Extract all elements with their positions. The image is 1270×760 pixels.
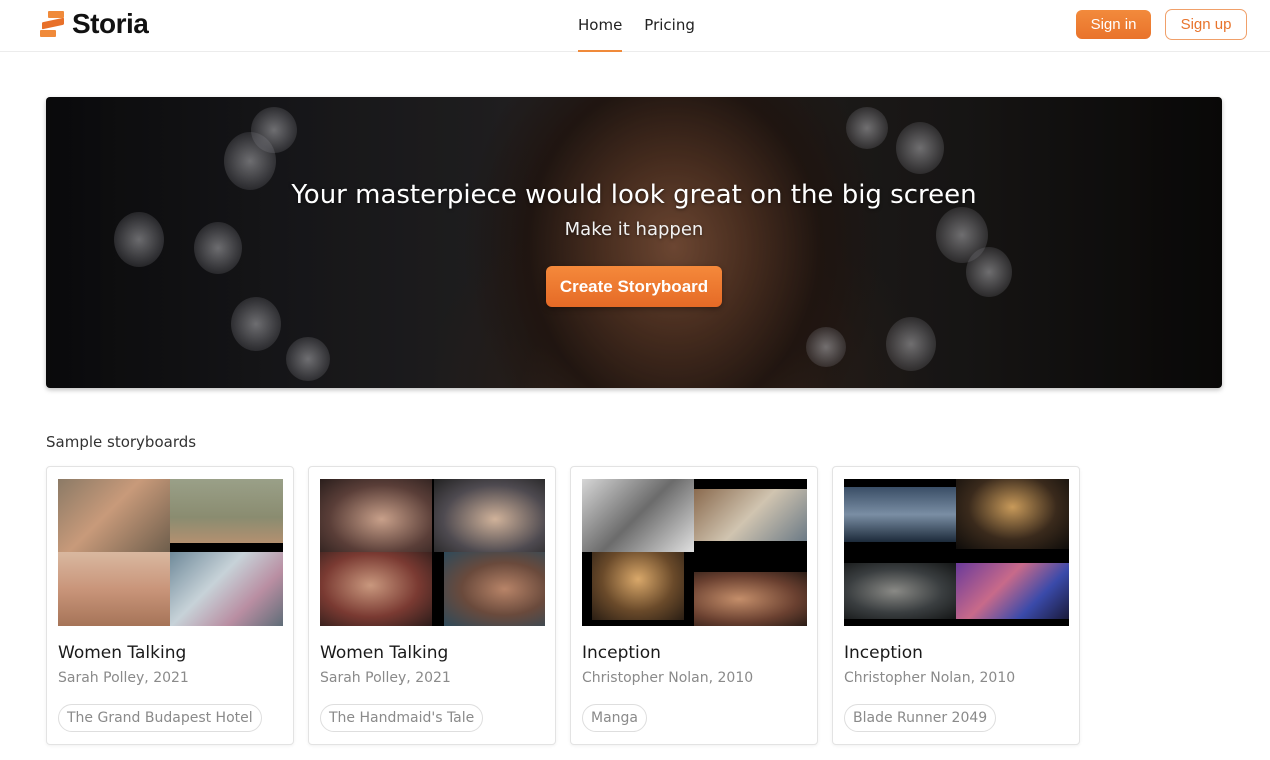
hero-title: Your masterpiece would look great on the…	[291, 180, 977, 210]
style-tag[interactable]: The Handmaid's Tale	[320, 704, 484, 732]
style-tag[interactable]: Manga	[582, 704, 647, 732]
storyboard-card[interactable]: Inception Christopher Nolan, 2010 Blade …	[832, 466, 1080, 745]
nav-home[interactable]: Home	[578, 0, 623, 52]
storyboard-thumbnail	[58, 479, 283, 626]
card-title: Inception	[582, 643, 661, 663]
top-header: Storia Home Pricing Sign in Sign up	[0, 0, 1270, 52]
section-heading: Sample storyboards	[46, 433, 197, 451]
card-meta: Christopher Nolan, 2010	[844, 670, 1016, 686]
create-storyboard-button[interactable]: Create Storyboard	[546, 266, 722, 307]
card-title: Women Talking	[320, 643, 449, 663]
storyboard-thumbnail	[844, 479, 1069, 626]
sign-up-button[interactable]: Sign up	[1165, 9, 1247, 40]
storyboard-card[interactable]: Women Talking Sarah Polley, 2021 The Han…	[308, 466, 556, 745]
brand[interactable]: Storia	[40, 8, 149, 40]
card-title: Women Talking	[58, 643, 187, 663]
card-meta: Christopher Nolan, 2010	[582, 670, 754, 686]
style-tag[interactable]: The Grand Budapest Hotel	[58, 704, 262, 732]
storyboard-card[interactable]: Women Talking Sarah Polley, 2021 The Gra…	[46, 466, 294, 745]
nav-pricing[interactable]: Pricing	[644, 0, 695, 52]
hero-subtitle: Make it happen	[564, 219, 704, 240]
storyboard-thumbnail	[320, 479, 545, 626]
hero-banner: Your masterpiece would look great on the…	[46, 97, 1222, 388]
hero-overlay	[46, 97, 1222, 388]
card-meta: Sarah Polley, 2021	[320, 670, 451, 686]
card-meta: Sarah Polley, 2021	[58, 670, 189, 686]
storyboard-thumbnail	[582, 479, 807, 626]
sign-in-button[interactable]: Sign in	[1076, 10, 1151, 39]
storyboard-card[interactable]: Inception Christopher Nolan, 2010 Manga	[570, 466, 818, 745]
style-tag[interactable]: Blade Runner 2049	[844, 704, 997, 732]
main-nav: Home Pricing	[578, 0, 717, 52]
card-title: Inception	[844, 643, 923, 663]
brand-name: Storia	[72, 8, 149, 39]
storia-logo-icon	[40, 10, 66, 38]
sample-storyboards: Women Talking Sarah Polley, 2021 The Gra…	[46, 466, 1094, 745]
